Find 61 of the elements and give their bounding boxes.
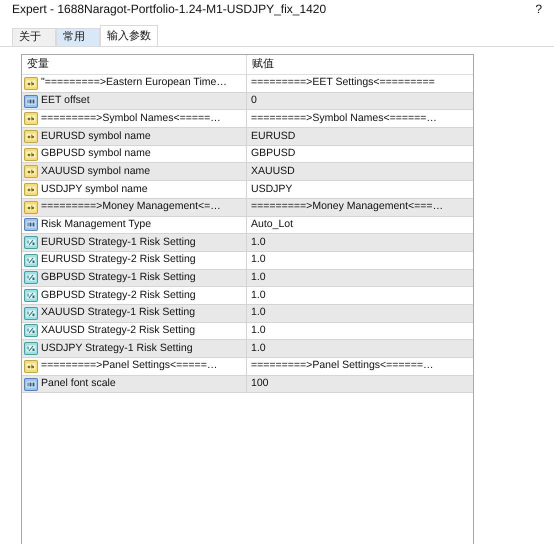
number-type-icon: [24, 218, 38, 232]
tab[interactable]: 常用: [56, 28, 100, 46]
parameter-name: EURUSD Strategy-2 Risk Setting: [41, 252, 196, 268]
parameter-name: GBPUSD Strategy-2 Risk Setting: [41, 288, 196, 303]
parameter-value[interactable]: 1.0: [251, 270, 266, 286]
fraction-type-icon: [24, 271, 38, 284]
parameter-name: Panel font scale: [41, 376, 116, 392]
parameter-name: XAUUSD Strategy-2 Risk Setting: [41, 323, 196, 338]
tab[interactable]: 关于: [12, 28, 56, 46]
fraction-type-icon: [24, 236, 38, 250]
parameter-value[interactable]: 1.0: [251, 323, 266, 339]
parameter-name: GBPUSD symbol name: [41, 146, 151, 162]
parameter-value[interactable]: 1.0: [251, 288, 266, 304]
parameter-name: XAUUSD Strategy-1 Risk Setting: [41, 305, 196, 320]
text-type-icon: [24, 76, 38, 90]
parameter-value[interactable]: EURUSD: [251, 128, 296, 144]
parameter-name: EURUSD Strategy-1 Risk Setting: [41, 234, 196, 250]
parameter-value[interactable]: GBPUSD: [251, 146, 296, 162]
parameter-name: Risk Management Type: [41, 216, 152, 232]
column-header[interactable]: 赋值: [247, 55, 473, 74]
help-button[interactable]: ?: [535, 0, 542, 18]
parameter-value[interactable]: Auto_Lot: [251, 216, 294, 233]
parameter-value[interactable]: =========>Money Management<===…: [251, 199, 444, 216]
parameter-value[interactable]: 100: [251, 376, 269, 392]
text-type-icon: [24, 360, 38, 373]
parameter-value[interactable]: 1.0: [251, 234, 266, 250]
parameter-name: GBPUSD Strategy-1 Risk Setting: [41, 270, 196, 286]
parameter-value[interactable]: =========>Panel Settings<======…: [251, 358, 434, 374]
tab[interactable]: 输入参数: [100, 25, 158, 46]
number-type-icon: [24, 378, 38, 391]
fraction-type-icon: [24, 342, 38, 356]
parameter-name: "=========>Eastern European Time…: [41, 75, 227, 90]
parameter-value[interactable]: 1.0: [251, 305, 266, 322]
parameter-value[interactable]: =========>EET Settings<=========: [251, 75, 435, 92]
window-title: Expert - 1688Naragot-Portfolio-1.24-M1-USDJPY_fix_1420: [12, 1, 326, 18]
parameter-name: EURUSD symbol name: [41, 128, 151, 144]
parameter-value[interactable]: XAUUSD: [251, 164, 295, 180]
text-type-icon: [24, 200, 38, 214]
text-type-icon: [24, 165, 38, 178]
parameter-name: =========>Money Management<=…: [41, 199, 221, 214]
parameter-name: =========>Symbol Names<=====…: [41, 110, 221, 126]
fraction-type-icon: [24, 289, 38, 302]
parameter-name: =========>Panel Settings<=====…: [41, 358, 218, 374]
number-type-icon: [24, 94, 38, 108]
fraction-type-icon: [24, 324, 38, 338]
fraction-type-icon: [24, 254, 38, 267]
parameter-value[interactable]: =========>Symbol Names<======…: [251, 110, 437, 127]
parameter-name: EET offset: [41, 93, 90, 108]
parameter-value[interactable]: USDJPY: [251, 182, 292, 198]
parameter-name: USDJPY Strategy-1 Risk Setting: [41, 340, 193, 356]
text-type-icon: [24, 112, 38, 126]
text-type-icon: [24, 182, 38, 196]
parameter-value[interactable]: 1.0: [251, 340, 266, 357]
text-type-icon: [24, 148, 38, 161]
text-type-icon: [24, 130, 38, 143]
parameter-name: USDJPY symbol name: [41, 182, 148, 197]
fraction-type-icon: [24, 306, 38, 320]
parameter-value[interactable]: 1.0: [251, 252, 266, 268]
parameter-value[interactable]: 0: [251, 93, 257, 109]
parameter-name: XAUUSD symbol name: [41, 164, 150, 179]
column-header[interactable]: 变量: [22, 55, 247, 74]
